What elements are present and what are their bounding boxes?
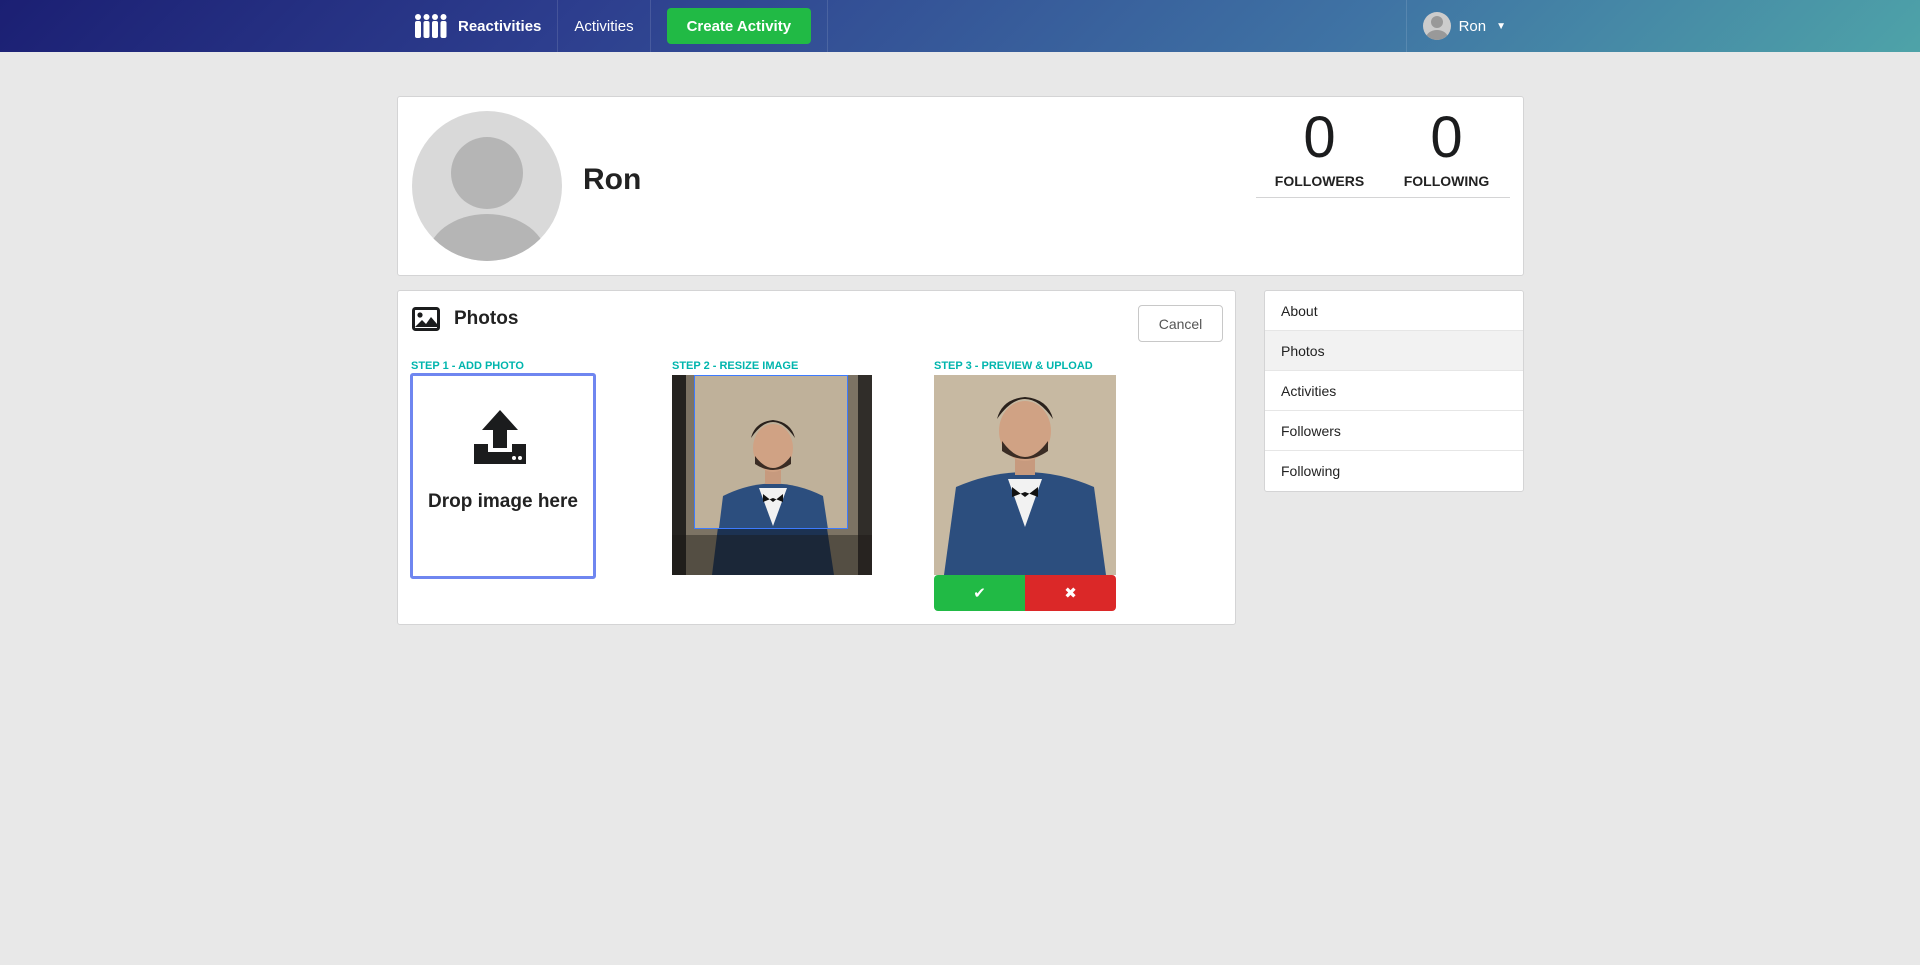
photos-heading: Photos	[412, 307, 518, 331]
menu-item-following[interactable]: Following	[1265, 451, 1523, 491]
nav-activities-link[interactable]: Activities	[558, 0, 651, 52]
create-activity-button[interactable]: Create Activity	[666, 8, 812, 44]
menu-item-photos[interactable]: Photos	[1265, 331, 1523, 371]
photo-preview	[934, 375, 1116, 575]
chevron-down-icon: ▼	[1496, 20, 1506, 32]
following-stat: 0 FOLLOWING	[1383, 109, 1510, 197]
close-icon: ✖	[1064, 585, 1077, 602]
navbar-inner: Reactivities Activities Create Activity …	[398, 0, 1522, 52]
profile-menu: About Photos Activities Followers Follow…	[1264, 290, 1524, 492]
menu-item-activities[interactable]: Activities	[1265, 371, 1523, 411]
following-count: 0	[1430, 105, 1463, 170]
profile-header: Ron 0 FOLLOWERS 0 FOLLOWING	[397, 96, 1524, 276]
drop-text: Drop image here	[428, 491, 578, 512]
brand-name: Reactivities	[458, 17, 542, 35]
profile-avatar	[412, 111, 562, 261]
top-navbar: Reactivities Activities Create Activity …	[0, 0, 1920, 52]
people-logo-icon	[414, 13, 448, 39]
user-avatar	[1422, 12, 1451, 40]
cancel-button[interactable]: Cancel	[1138, 305, 1223, 342]
followers-label: FOLLOWERS	[1274, 173, 1365, 189]
photo-dropzone[interactable]: Drop image here	[410, 373, 596, 579]
user-menu-dropdown[interactable]: Ron ▼	[1405, 0, 1522, 52]
profile-name: Ron	[583, 163, 642, 196]
follow-stats: 0 FOLLOWERS 0 FOLLOWING	[1256, 109, 1510, 198]
discard-upload-button[interactable]: ✖	[1025, 575, 1116, 611]
upload-icon	[472, 408, 528, 471]
brand-link[interactable]: Reactivities	[398, 0, 559, 52]
following-label: FOLLOWING	[1403, 173, 1490, 189]
upload-actions: ✔ ✖	[934, 575, 1116, 611]
menu-item-followers[interactable]: Followers	[1265, 411, 1523, 451]
image-cropper[interactable]	[672, 375, 872, 575]
photos-title: Photos	[454, 308, 519, 329]
followers-count: 0	[1303, 105, 1336, 170]
step3-label: STEP 3 - PREVIEW & UPLOAD	[934, 360, 1093, 372]
crop-selection-photo	[695, 376, 847, 528]
user-name: Ron	[1458, 17, 1487, 35]
step1-label: STEP 1 - ADD PHOTO	[411, 360, 524, 372]
confirm-upload-button[interactable]: ✔	[934, 575, 1025, 611]
preview-photo	[934, 375, 1116, 575]
step2-label: STEP 2 - RESIZE IMAGE	[672, 360, 799, 372]
crop-selection-box[interactable]	[694, 375, 848, 529]
followers-stat: 0 FOLLOWERS	[1256, 109, 1383, 197]
nav-create-wrap: Create Activity	[651, 0, 829, 52]
menu-item-about[interactable]: About	[1265, 291, 1523, 331]
check-icon: ✔	[973, 585, 986, 602]
image-icon	[412, 307, 440, 331]
photos-panel: Photos Cancel STEP 1 - ADD PHOTO STEP 2 …	[397, 290, 1236, 625]
